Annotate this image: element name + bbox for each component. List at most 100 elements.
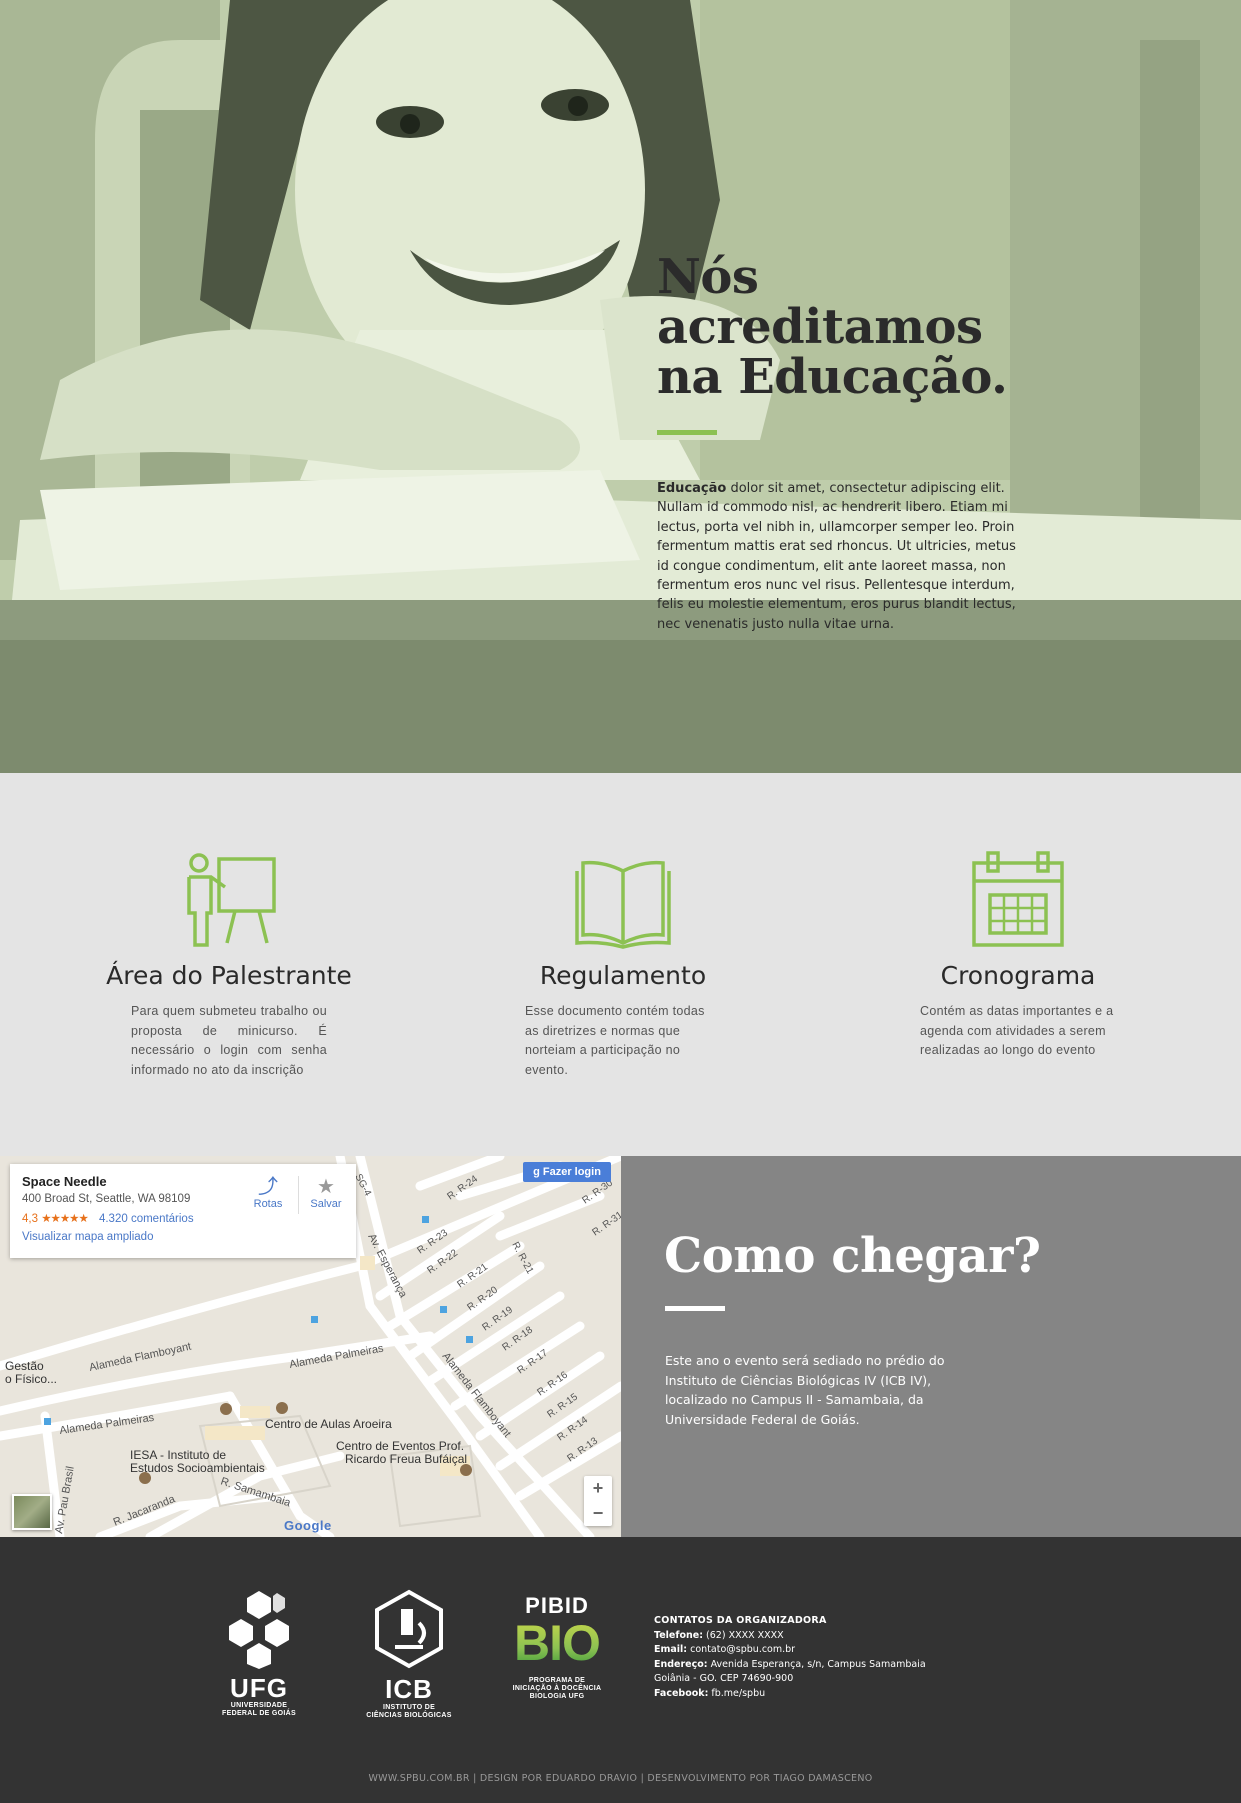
contact-phone: Telefone: (62) XXXX XXXX [654, 1629, 926, 1644]
bus-stop-icon [311, 1316, 318, 1323]
pibid-sub1: PROGRAMA DE [528, 1677, 586, 1684]
location-section: Alameda Flamboyant Alameda Palmeiras Ala… [0, 1156, 1241, 1537]
icb-sub1: INSTITUTO DE [382, 1704, 436, 1711]
feature-cronograma[interactable]: Cronograma Contém as datas importantes e… [868, 849, 1168, 1061]
google-logo: Google [284, 1518, 332, 1533]
contact-facebook: Facebook: fb.me/spbu [654, 1687, 926, 1702]
map-place-card: Space Needle 400 Broad St, Seattle, WA 9… [10, 1164, 356, 1258]
place-rating: 4,3 ★★★★★ 4.320 comentários [22, 1211, 344, 1225]
satellite-toggle[interactable] [12, 1494, 52, 1530]
bus-stop-icon [440, 1306, 447, 1313]
contact-address-line2: Goiânia - GO. CEP 74690-900 [654, 1673, 794, 1684]
facebook-value[interactable]: fb.me/spbu [708, 1688, 765, 1699]
bus-stop-icon [44, 1418, 51, 1425]
rating-value: 4,3 [22, 1213, 38, 1225]
map-poi-label: Centro de Aulas Aroeira [265, 1417, 392, 1431]
pibid-bio-logo[interactable]: PIBID BIO PROGRAMA DE INICIAÇÃO À DOCÊNC… [505, 1595, 609, 1701]
site-footer: UFG UNIVERSIDADE FEDERAL DE GOIÁS ICB IN… [0, 1537, 1241, 1803]
map-poi-label: Gestão [5, 1359, 44, 1373]
features-section: Área do Palestrante Para quem submeteu t… [0, 773, 1241, 1156]
contacts-heading: CONTATOS DA ORGANIZADORA [654, 1615, 827, 1626]
poi-pin-icon[interactable] [139, 1472, 151, 1484]
microscope-hexagon-icon [375, 1589, 443, 1669]
open-book-icon [473, 849, 773, 949]
pibid-sub3: BIOLOGIA UFG [529, 1693, 585, 1700]
hero-title: Nós acreditamos na Educação. [657, 252, 1029, 402]
save-place-button[interactable]: ★ Salvar [304, 1176, 348, 1210]
feature-description: Esse documento contém todas as diretrize… [525, 1004, 705, 1077]
address-value: Avenida Esperança, s/n, Campus Samambaia [707, 1658, 926, 1670]
feature-title: Área do Palestrante [106, 961, 352, 990]
icb-logo[interactable]: ICB INSTITUTO DE CIÊNCIAS BIOLÓGICAS [362, 1589, 456, 1720]
pibid-sub2: INICIAÇÃO À DOCÊNCIA [512, 1685, 602, 1692]
save-label: Salvar [310, 1198, 342, 1210]
email-value[interactable]: contato@spbu.com.br [687, 1644, 795, 1655]
poi-pin-icon[interactable] [220, 1403, 232, 1415]
icb-name: ICB [385, 1674, 433, 1704]
google-login-button[interactable]: g Fazer login [523, 1162, 611, 1182]
zoom-out-button[interactable]: − [584, 1501, 612, 1526]
embedded-map[interactable]: Alameda Flamboyant Alameda Palmeiras Ala… [0, 1156, 621, 1537]
hero-title-line2: na Educação. [657, 349, 1008, 405]
star-icon: ★ [317, 1176, 335, 1198]
map-poi-label: o Físico... [5, 1372, 57, 1386]
calendar-icon [868, 849, 1168, 949]
contact-address: Endereço: Avenida Esperança, s/n, Campus… [654, 1658, 926, 1673]
map-poi-label: Centro de Eventos Prof. [336, 1439, 464, 1453]
feature-description: Para quem submeteu trabalho ou proposta … [131, 1004, 327, 1077]
icb-sub2: CIÊNCIAS BIOLÓGICAS [366, 1712, 452, 1719]
ufg-sub1: UNIVERSIDADE [230, 1702, 288, 1709]
feature-title: Regulamento [539, 961, 707, 990]
directions-label: Rotas [253, 1198, 283, 1210]
hero-body-text: Educação dolor sit amet, consectetur adi… [657, 479, 1029, 634]
rating-stars-icon: ★★★★★ [41, 1213, 89, 1225]
bus-stop-icon [422, 1216, 429, 1223]
footer-credits: WWW.SPBU.COM.BR | DESIGN POR EDUARDO DRA… [368, 1773, 873, 1784]
como-chegar-panel: Como chegar? Este ano o evento será sedi… [621, 1156, 1241, 1537]
bio-name: BIO [505, 1617, 609, 1669]
map-poi-label: IESA - Instituto de [130, 1448, 226, 1462]
pibid-name: PIBID [525, 1593, 589, 1618]
hero-accent-rule [657, 430, 717, 435]
place-name: Space Needle [22, 1174, 107, 1189]
view-larger-map-link[interactable]: Visualizar mapa ampliado [22, 1231, 344, 1243]
hero-title-line1: Nós acreditamos [657, 249, 983, 355]
bus-stop-icon [466, 1336, 473, 1343]
ufg-sub2: FEDERAL DE GOIÁS [222, 1710, 296, 1717]
hero-photo [0, 0, 1241, 773]
zoom-controls: + − [584, 1476, 612, 1526]
google-plus-icon: g [533, 1166, 540, 1178]
email-label: Email: [654, 1644, 688, 1655]
como-chegar-title: Como chegar? [664, 1228, 1041, 1284]
feature-regulamento[interactable]: Regulamento Esse documento contém todas … [473, 849, 773, 1080]
ufg-name: UFG [230, 1673, 288, 1703]
phone-label: Telefone: [654, 1629, 704, 1641]
poi-pin-icon[interactable] [276, 1402, 288, 1414]
ufg-hexagons-icon [229, 1591, 289, 1669]
zoom-in-button[interactable]: + [584, 1476, 612, 1501]
phone-value: (62) XXXX XXXX [703, 1629, 784, 1641]
feature-area-palestrante[interactable]: Área do Palestrante Para quem submeteu t… [79, 849, 379, 1080]
card-divider [298, 1176, 299, 1214]
como-chegar-text: Este ano o evento será sediado no prédio… [665, 1353, 945, 1427]
hero-section: Nós acreditamos na Educação. Educação do… [0, 0, 1241, 773]
feature-description: Contém as datas importantes e a agenda c… [920, 1004, 1114, 1057]
poi-pin-icon[interactable] [460, 1464, 472, 1476]
map-poi-label: Estudos Socioambientais [130, 1461, 265, 1475]
como-chegar-rule [665, 1306, 725, 1311]
map-poi-label: Ricardo Freua Bufáiçal [345, 1452, 467, 1466]
address-label: Endereço: [654, 1658, 708, 1670]
login-label: Fazer login [542, 1166, 601, 1178]
reviews-link[interactable]: 4.320 comentários [99, 1213, 194, 1225]
contact-email: Email: contato@spbu.com.br [654, 1643, 926, 1658]
directions-icon: ⤴ [258, 1176, 278, 1198]
hero-body-lead: Educação [657, 481, 727, 496]
facebook-label: Facebook: [654, 1687, 709, 1699]
hero-text-block: Nós acreditamos na Educação. Educação do… [657, 252, 1029, 634]
ufg-logo[interactable]: UFG UNIVERSIDADE FEDERAL DE GOIÁS [212, 1589, 306, 1718]
hero-body-rest: dolor sit amet, consectetur adipiscing e… [657, 481, 1016, 632]
presenter-board-icon [79, 849, 379, 949]
directions-button[interactable]: ⤴ Rotas [246, 1176, 290, 1210]
feature-title: Cronograma [940, 961, 1096, 990]
contacts-block: CONTATOS DA ORGANIZADORA Telefone: (62) … [654, 1614, 926, 1701]
